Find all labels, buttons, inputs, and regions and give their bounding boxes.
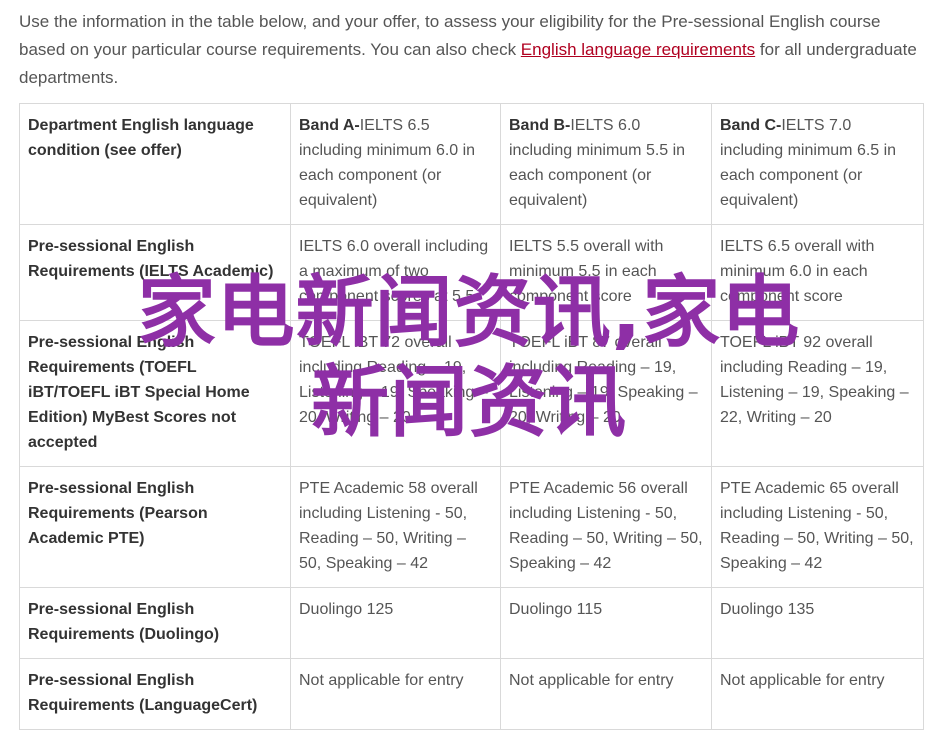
table-row-duolingo: Pre-sessional English Requirements (Duol… xyxy=(19,587,924,659)
row-label: Pre-sessional English Requirements (Pear… xyxy=(19,466,291,588)
requirements-table: Department English language condition (s… xyxy=(19,103,924,730)
table-cell: Duolingo 115 xyxy=(500,587,712,659)
table-row-pte: Pre-sessional English Requirements (Pear… xyxy=(19,466,924,588)
table-header-row: Department English language condition (s… xyxy=(19,103,924,225)
header-band-a-cell: Band A-IELTS 6.5 including minimum 6.0 i… xyxy=(290,103,501,225)
table-cell: TOEFL iBT 87 overall including Reading –… xyxy=(500,320,712,467)
table-cell: TOEFL iBT 92 overall including Reading –… xyxy=(711,320,924,467)
table-cell: PTE Academic 56 overall including Listen… xyxy=(500,466,712,588)
table-cell: IELTS 6.5 overall with minimum 6.0 in ea… xyxy=(711,224,924,321)
table-cell: TOEFL iBT 72 overall including Reading –… xyxy=(290,320,501,467)
table-cell: IELTS 5.5 overall with minimum 5.5 in ea… xyxy=(500,224,712,321)
row-label: Pre-sessional English Requirements (IELT… xyxy=(19,224,291,321)
header-band-c-cell: Band C-IELTS 7.0 including minimum 6.5 i… xyxy=(711,103,924,225)
header-label-cell: Department English language condition (s… xyxy=(19,103,291,225)
table-cell: PTE Academic 65 overall including Listen… xyxy=(711,466,924,588)
band-a-name: Band A- xyxy=(299,117,360,134)
header-band-b-cell: Band B-IELTS 6.0 including minimum 5.5 i… xyxy=(500,103,712,225)
english-requirements-link[interactable]: English language requirements xyxy=(521,40,755,59)
table-cell: Duolingo 125 xyxy=(290,587,501,659)
table-row-toefl: Pre-sessional English Requirements (TOEF… xyxy=(19,320,924,467)
table-cell: PTE Academic 58 overall including Listen… xyxy=(290,466,501,588)
table-row-ielts: Pre-sessional English Requirements (IELT… xyxy=(19,224,924,321)
band-b-name: Band B- xyxy=(509,117,571,134)
row-label: Pre-sessional English Requirements (TOEF… xyxy=(19,320,291,467)
table-cell: IELTS 6.0 overall including a maximum of… xyxy=(290,224,501,321)
intro-paragraph: Use the information in the table below, … xyxy=(19,8,924,92)
row-label: Pre-sessional English Requirements (Duol… xyxy=(19,587,291,659)
table-cell: Duolingo 135 xyxy=(711,587,924,659)
band-c-name: Band C- xyxy=(720,117,782,134)
